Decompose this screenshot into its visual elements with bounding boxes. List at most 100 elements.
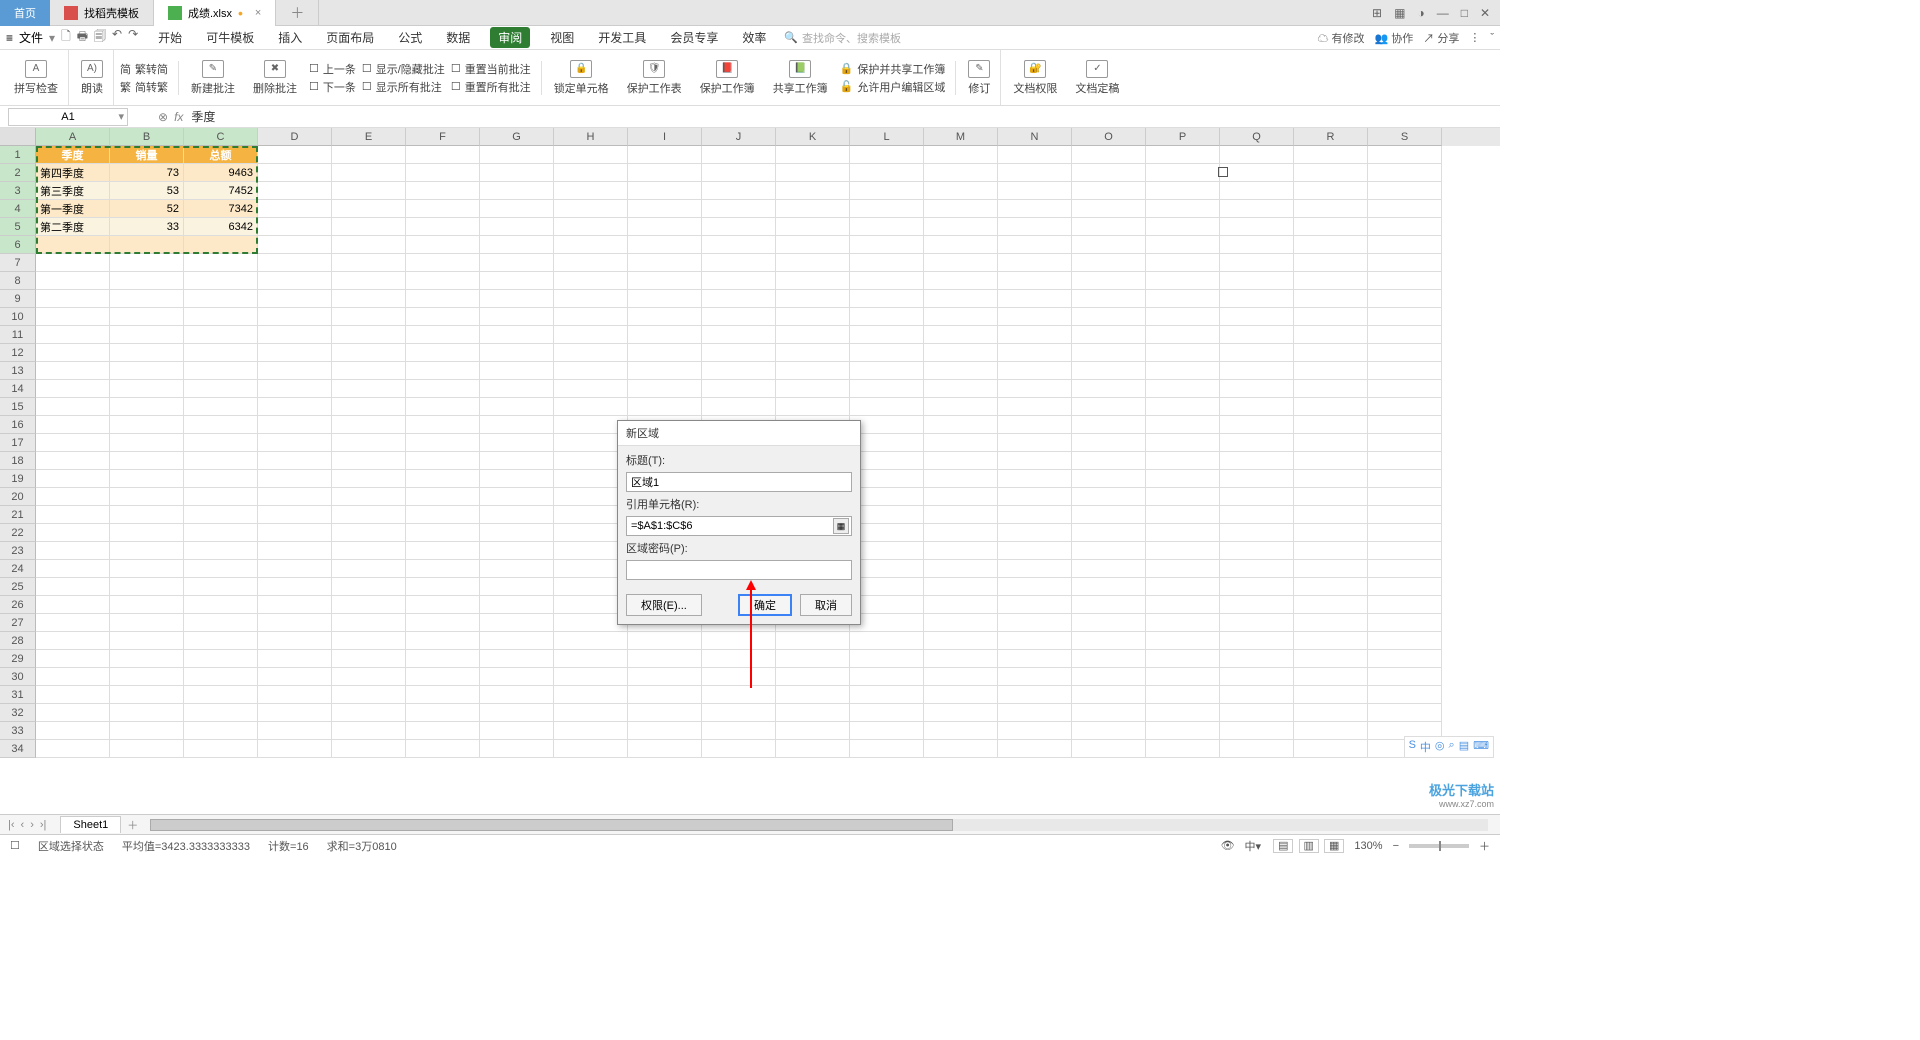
cell[interactable] (1220, 272, 1294, 290)
cell[interactable] (332, 686, 406, 704)
cell[interactable] (110, 308, 184, 326)
ribbon-show-hide[interactable]: ☐ 显示/隐藏批注 (362, 61, 445, 77)
menu-tab-8[interactable]: 开发工具 (594, 27, 650, 48)
cell[interactable] (850, 578, 924, 596)
ime-btn-4[interactable]: ▤ (1459, 739, 1469, 755)
cell[interactable] (1294, 164, 1368, 182)
cell[interactable] (1146, 164, 1220, 182)
cell[interactable] (1294, 722, 1368, 740)
cell[interactable] (702, 164, 776, 182)
row-header[interactable]: 29 (0, 650, 36, 668)
cell[interactable] (258, 578, 332, 596)
cell[interactable] (332, 524, 406, 542)
sheet-nav[interactable]: |‹ ‹ › ›| (0, 819, 54, 831)
cell[interactable] (480, 614, 554, 632)
apps-grid-icon[interactable]: ▦ (1394, 6, 1405, 20)
cell[interactable] (776, 380, 850, 398)
col-header-Q[interactable]: Q (1220, 128, 1294, 146)
cell[interactable]: 53 (110, 182, 184, 200)
input-title[interactable]: 区域1 (626, 472, 852, 492)
col-header-L[interactable]: L (850, 128, 924, 146)
cell[interactable] (554, 704, 628, 722)
maximize-icon[interactable]: □ (1461, 6, 1468, 20)
cell[interactable] (998, 596, 1072, 614)
cell[interactable] (702, 308, 776, 326)
cell[interactable] (850, 704, 924, 722)
cell[interactable] (184, 380, 258, 398)
cell[interactable]: 7342 (184, 200, 258, 218)
cell[interactable] (36, 542, 110, 560)
cell[interactable] (1072, 344, 1146, 362)
cell[interactable] (406, 164, 480, 182)
zoom-level[interactable]: 130% (1354, 840, 1382, 852)
cell[interactable] (36, 524, 110, 542)
cell[interactable] (480, 182, 554, 200)
cell[interactable] (628, 272, 702, 290)
cell[interactable] (628, 218, 702, 236)
cell[interactable] (480, 434, 554, 452)
cell[interactable]: 73 (110, 164, 184, 182)
cell[interactable] (36, 254, 110, 272)
ribbon-next-comment[interactable]: ☐ 下一条 (309, 79, 356, 95)
cell[interactable] (628, 668, 702, 686)
cell[interactable] (1220, 596, 1294, 614)
cell[interactable] (36, 488, 110, 506)
cell[interactable] (36, 290, 110, 308)
cell[interactable] (258, 596, 332, 614)
cell[interactable] (1220, 182, 1294, 200)
row-header[interactable]: 16 (0, 416, 36, 434)
cell[interactable] (332, 704, 406, 722)
select-all-corner[interactable] (0, 128, 36, 146)
cell[interactable] (924, 272, 998, 290)
ime-btn-0[interactable]: S (1409, 739, 1416, 755)
cell[interactable] (1294, 488, 1368, 506)
cell[interactable] (258, 236, 332, 254)
cell[interactable] (184, 560, 258, 578)
cell[interactable] (998, 686, 1072, 704)
col-header-G[interactable]: G (480, 128, 554, 146)
cell[interactable] (1368, 218, 1442, 236)
cell[interactable] (702, 380, 776, 398)
cell[interactable]: 销量 (110, 146, 184, 164)
cell[interactable] (702, 200, 776, 218)
cell[interactable] (258, 434, 332, 452)
col-header-E[interactable]: E (332, 128, 406, 146)
row-header[interactable]: 34 (0, 740, 36, 758)
cell[interactable] (1368, 524, 1442, 542)
cell[interactable] (1146, 182, 1220, 200)
cell[interactable] (1368, 236, 1442, 254)
cell[interactable] (998, 632, 1072, 650)
cell[interactable] (1072, 236, 1146, 254)
cell[interactable] (258, 254, 332, 272)
cell[interactable] (1146, 470, 1220, 488)
cell[interactable] (184, 470, 258, 488)
row-header[interactable]: 21 (0, 506, 36, 524)
tab-add[interactable]: ＋ (276, 0, 319, 26)
cell[interactable] (1368, 416, 1442, 434)
cell[interactable] (1368, 470, 1442, 488)
cell[interactable] (480, 650, 554, 668)
nav-first-icon[interactable]: |‹ (8, 819, 15, 831)
hamburger-icon[interactable]: ≡ (6, 31, 13, 45)
cell[interactable] (998, 506, 1072, 524)
print-icon[interactable]: 🖶 (77, 27, 88, 48)
cell[interactable] (998, 272, 1072, 290)
cell[interactable] (628, 740, 702, 758)
col-header-O[interactable]: O (1072, 128, 1146, 146)
cell[interactable] (332, 470, 406, 488)
cell[interactable] (406, 290, 480, 308)
cell[interactable] (1072, 254, 1146, 272)
cell[interactable] (36, 560, 110, 578)
cell[interactable] (1294, 362, 1368, 380)
add-sheet-icon[interactable]: ＋ (127, 817, 138, 833)
cell[interactable] (1072, 272, 1146, 290)
cell[interactable] (406, 668, 480, 686)
col-header-B[interactable]: B (110, 128, 184, 146)
cell[interactable] (406, 524, 480, 542)
cell[interactable] (110, 632, 184, 650)
cell[interactable] (406, 632, 480, 650)
cell[interactable] (332, 398, 406, 416)
cell[interactable] (406, 398, 480, 416)
cell[interactable] (702, 362, 776, 380)
row-header[interactable]: 3 (0, 182, 36, 200)
